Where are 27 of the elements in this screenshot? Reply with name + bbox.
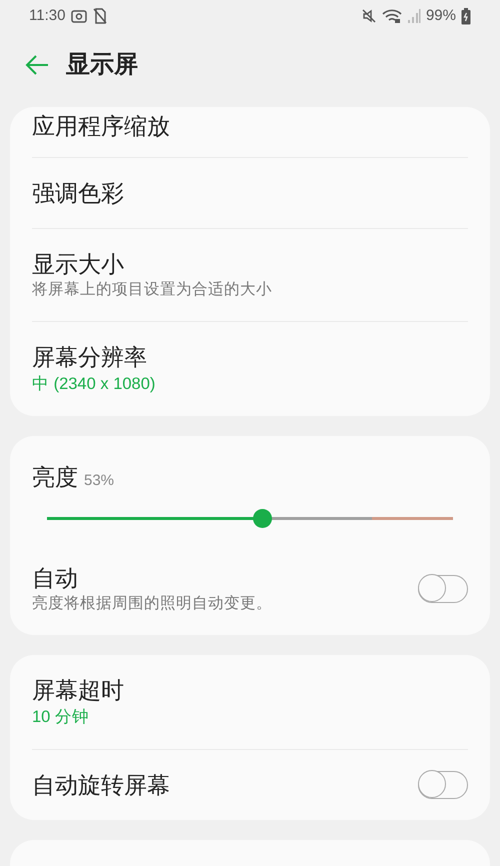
toggle-switch[interactable] xyxy=(418,574,468,602)
battery-percent: 99% xyxy=(426,6,456,26)
status-time: 11:30 xyxy=(29,6,66,26)
signal-icon xyxy=(406,8,421,24)
setting-title: 亮度 xyxy=(32,463,78,492)
setting-value: 中 (2340 x 1080) xyxy=(32,374,156,395)
setting-title[interactable]: 屏幕超时 xyxy=(32,674,124,704)
brightness-reading: 53% xyxy=(84,471,114,491)
setting-title[interactable]: 应用程序缩放 xyxy=(32,111,170,141)
setting-title[interactable]: 自动旋转屏幕 xyxy=(32,770,170,800)
setting-title[interactable]: 自动 xyxy=(32,562,272,592)
setting-title[interactable]: 屏幕分辨率 xyxy=(32,342,156,372)
setting-description: 将屏幕上的项目设置为合适的大小 xyxy=(32,280,272,300)
no-sim-icon xyxy=(93,8,108,24)
back-arrow-icon[interactable] xyxy=(25,55,49,75)
setting-title[interactable]: 显示大小 xyxy=(32,249,272,279)
setting-value: 10 分钟 xyxy=(32,706,90,728)
screenshot-icon xyxy=(71,9,88,23)
page-title: 显示屏 xyxy=(66,50,138,80)
mute-icon xyxy=(360,8,377,24)
setting-description: 亮度将根据周围的照明自动变更。 xyxy=(32,594,272,614)
battery-icon xyxy=(461,8,471,24)
brightness-slider[interactable] xyxy=(47,509,453,528)
wifi-icon xyxy=(382,8,402,24)
slider-thumb[interactable] xyxy=(252,509,272,528)
setting-title[interactable]: 强调色彩 xyxy=(32,178,124,208)
toggle-switch[interactable] xyxy=(418,770,468,798)
